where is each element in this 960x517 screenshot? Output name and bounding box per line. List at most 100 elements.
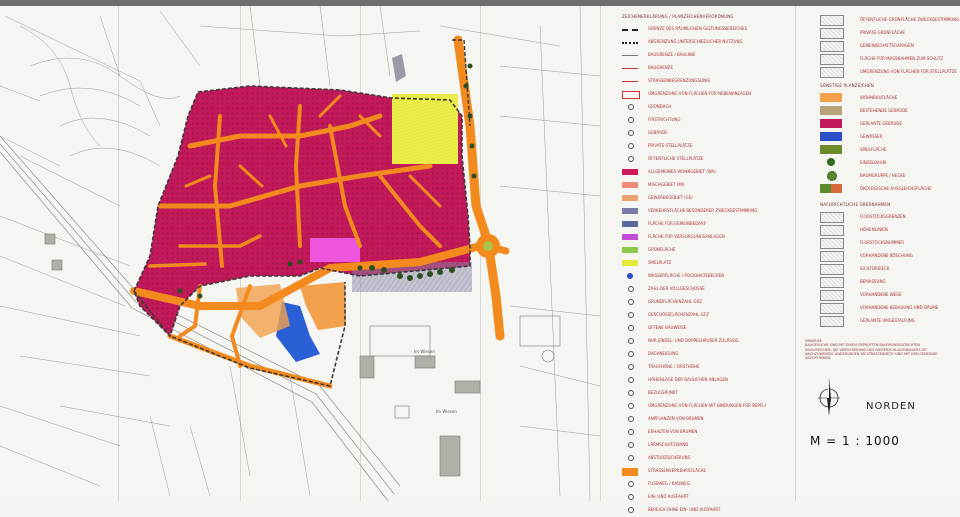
legend-item-label: PRIVATE STELLPLÄTZE [648,143,693,148]
roundabout-island [483,241,493,251]
legend-item: GRENZE DES RÄUMLICHEN GELTUNGSBEREICHES [622,23,747,36]
legend-items: FLURSTÜCKSGRENZEN HÖHENLINIEN FLURSTÜCKSNU… [820,211,940,328]
legend-symbol-icon [820,251,844,262]
legend-item: BEZUGSPUNKT [622,387,742,400]
legend-item: GEBÄUDE [622,127,742,140]
street-label: Im Wiesen [414,349,435,354]
legend-item: HÖHENLAGE DER BAULICHEN ANLAGEN [622,374,742,387]
legend-item-label: BEMASSUNG [860,279,886,284]
legend-item-label: UMGRENZUNG VON FLÄCHEN MIT BINDUNGEN FÜR… [648,403,766,408]
legend-symbol-icon [627,273,633,279]
legend-item: ZAHL DER VOLLGESCHOSSE [622,283,742,296]
compass-label: NORDEN [866,401,916,412]
legend-item-label: BAUGRENZE [648,65,674,70]
legend-item: FUSSWEG / RADWEG [622,478,742,491]
legend-symbol-icon [622,42,638,44]
legend-item: FLÄCHE FÜR VERSORGUNGSANLAGEN [622,231,742,244]
legend-item: FLÄCHE FÜR GEMEINBEDARF [622,218,742,231]
notes-text: BAUGESUCHE SIND MIT EINEM GEPRÜFTEN BAUG… [805,343,938,361]
legend-item: FLURSTÜCKSGRENZEN [820,211,940,224]
legend-symbol-icon [628,338,634,344]
legend-item-label: GEPLANTE GEBÄUDE [860,121,902,126]
legend-symbol-icon [628,299,634,305]
legend-symbol-icon [820,106,842,115]
legend-symbol-icon [622,91,640,99]
legend-left: ZEICHENERKLÄRUNG / PLANZEICHENVERORDNUNG… [622,14,766,517]
legend-symbol-icon [628,403,634,409]
legend-item: BAUGRENZE / BAULINIE [622,49,742,62]
legend-item-label: OFFENE BAUWEISE [648,325,687,330]
legend-item-label: FIRSTRICHTUNG [648,117,681,122]
legend-item: FLÄCHE FÜR MASSNAHMEN ZUM SCHUTZ [820,53,943,66]
legend-symbol-icon [820,303,844,314]
legend-item-label: WOHNBAUFLÄCHE [860,95,898,100]
legend-item-label: ABSTURZSICHERUNG [648,455,691,460]
legend-item-label: ABGRENZUNG UNTERSCHIEDLICHER NUTZUNG [648,39,743,44]
legend-item: ERHALTEN VON BÄUMEN [622,426,742,439]
legend-item-label: GEWÄSSER [860,134,883,139]
legend-symbol-icon [820,54,844,65]
legend-item-label: BAUMGRUPPE / HECKE [860,173,906,178]
legend-symbol-icon [628,416,634,422]
small-existing-structure [392,54,406,82]
legend-item-label: ANPFLANZEN VON BÄUMEN [648,416,704,421]
legend-title: ZEICHENERKLÄRUNG / PLANZEICHENVERORDNUNG [622,14,734,19]
legend-symbol-icon [622,234,638,240]
legend-symbol-icon [622,195,638,201]
mixed-use-block[interactable] [300,282,346,330]
legend-item: WOHNBAUFLÄCHE [820,92,940,105]
legend-item: UMGRENZUNG VON FLÄCHEN FÜR STELLPLÄTZE [820,66,957,79]
legend-item: LÄRMSCHUTZWAND [622,439,742,452]
legend-item: EINZELBAUM [820,157,940,170]
legend-item: GEWERBEGEBIET (GE) [622,192,742,205]
legend-item-label: ÖKOLOGISCHE AUSGLEICHSFLÄCHE [860,186,932,191]
legend-symbol-icon [820,212,844,223]
legend-item-label: FLURSTÜCKSNUMMER [860,240,905,245]
legend-item: BEMASSUNG [820,276,940,289]
legend-symbol-icon [628,377,634,383]
legend-item-label: BESTEHENDE GEBÄUDE [860,108,908,113]
legend-symbol-icon [820,41,844,52]
legend-item: SICHTDREIECK [820,263,940,276]
legend-symbol-icon [622,468,638,476]
legend-symbol-icon [820,290,844,301]
legend-item: ÖKOLOGISCHE AUSGLEICHSFLÄCHE [820,183,940,196]
legend-item: STRASSENVERKEHRSFLÄCHE [622,465,742,478]
legend-item-label: UMGRENZUNG VON FLÄCHEN FÜR STELLPLÄTZE [860,69,957,74]
legend-symbol-icon [820,316,844,327]
special-use-area[interactable] [310,238,360,262]
legend-item: OFFENE BAUWEISE [622,322,742,335]
legend-item-label: EINZELBAUM [860,160,887,165]
legend-symbol-icon [820,93,842,102]
legend-symbol-icon [628,117,634,123]
legend-symbol-icon [628,325,634,331]
legend-item: ÖFFENTLICHE STELLPLÄTZE [622,153,742,166]
legend-item: MISCHGEBIET (MI) [622,179,742,192]
legend-item-label: BEREICH OHNE EIN- UND AUSFAHRT [648,507,721,512]
legend-item: SPIELPLATZ [622,257,742,270]
legend-item: GRÜNFLÄCHE [622,244,742,257]
legend-item: FLURSTÜCKSNUMMER [820,237,940,250]
legend-item: GESCHOSSFLÄCHENZAHL GFZ [622,309,742,322]
legend-item: NUR EINZEL- UND DOPPELHÄUSER ZULÄSSIG [622,335,742,348]
fold-line [795,6,796,501]
legend-item-label: LÄRMSCHUTZWAND [648,442,689,447]
legend-item-label: VORHANDENE WEGE [860,292,902,297]
legend-items: WOHNBAUFLÄCHE BESTEHENDE GEBÄUDE GEPLANTE … [820,92,940,196]
legend-symbol-icon [820,28,844,39]
legend-item-label: FLÄCHE FÜR GEMEINBEDARF [648,221,707,226]
site-plan-map[interactable] [0,6,610,501]
legend-item-label: UMGRENZUNG VON FLÄCHEN FÜR NEBENANLAGEN [648,91,752,96]
legend-symbol-icon [820,15,844,26]
legend-item-label: GRÜNFLÄCHE [648,247,676,252]
legend-item-label: FLÄCHE FÜR MASSNAHMEN ZUM SCHUTZ [860,56,944,61]
legend-subtitle: SONSTIGE PLANZEICHEN [820,83,874,88]
legend-symbol-icon [827,158,835,166]
legend-symbol-icon [628,104,634,110]
legend-item: BESTEHENDE GEBÄUDE [820,105,940,118]
legend-item: UMGRENZUNG VON FLÄCHEN MIT BINDUNGEN FÜR… [622,400,766,413]
legend-right: ÖFFENTLICHE GRÜNFLÄCHE ZWECKBESTIMMUNG PR… [820,14,959,328]
legend-item: ALLGEMEINES WOHNGEBIET (WA) [622,166,742,179]
legend-subtitle: NACHRICHTLICHE ÜBERNAHMEN [820,202,891,207]
legend-symbol-icon [622,29,638,31]
